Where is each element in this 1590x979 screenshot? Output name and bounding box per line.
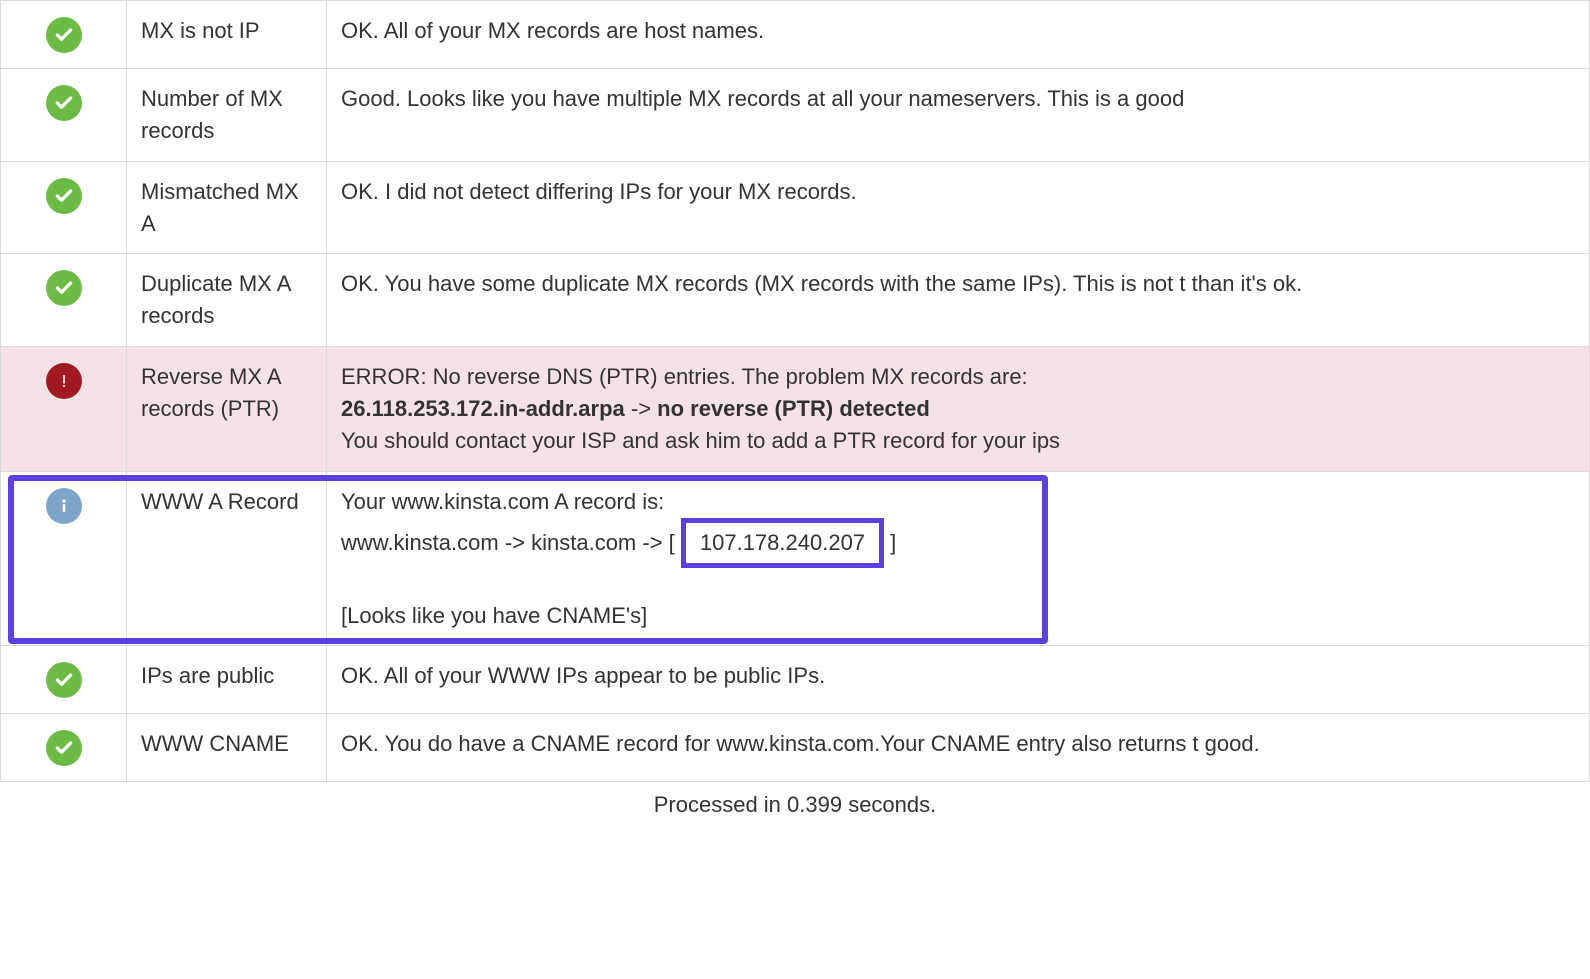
check-label: Number of MX records bbox=[127, 68, 327, 161]
check-icon bbox=[46, 178, 82, 214]
table-row: Number of MX records Good. Looks like yo… bbox=[1, 68, 1590, 161]
info-icon bbox=[46, 488, 82, 524]
check-description: OK. You have some duplicate MX records (… bbox=[327, 254, 1590, 347]
check-label: MX is not IP bbox=[127, 1, 327, 69]
check-label: WWW CNAME bbox=[127, 714, 327, 782]
status-cell bbox=[1, 161, 127, 254]
check-description: Good. Looks like you have multiple MX re… bbox=[327, 68, 1590, 161]
processing-time: Processed in 0.399 seconds. bbox=[0, 782, 1590, 818]
check-description: OK. All of your WWW IPs appear to be pub… bbox=[327, 646, 1590, 714]
status-cell bbox=[1, 714, 127, 782]
status-cell bbox=[1, 1, 127, 69]
check-label: Duplicate MX A records bbox=[127, 254, 327, 347]
check-label: Reverse MX A records (PTR) bbox=[127, 347, 327, 472]
check-description: OK. You do have a CNAME record for www.k… bbox=[327, 714, 1590, 782]
ptr-arrow: -> bbox=[625, 396, 657, 421]
check-description: ERROR: No reverse DNS (PTR) entries. The… bbox=[327, 347, 1590, 472]
check-icon bbox=[46, 17, 82, 53]
www-ip-address: 107.178.240.207 bbox=[681, 518, 884, 568]
check-label: IPs are public bbox=[127, 646, 327, 714]
www-chain-suffix: ] bbox=[884, 530, 896, 555]
table-row: WWW CNAME OK. You do have a CNAME record… bbox=[1, 714, 1590, 782]
status-cell bbox=[1, 68, 127, 161]
error-icon bbox=[46, 363, 82, 399]
check-icon bbox=[46, 270, 82, 306]
ptr-error-line: ERROR: No reverse DNS (PTR) entries. The… bbox=[341, 364, 1028, 389]
check-icon bbox=[46, 730, 82, 766]
check-label: WWW A Record bbox=[127, 471, 327, 646]
status-cell bbox=[1, 254, 127, 347]
table-row: MX is not IP OK. All of your MX records … bbox=[1, 1, 1590, 69]
table-row: Mismatched MX A OK. I did not detect dif… bbox=[1, 161, 1590, 254]
ptr-addr: 26.118.253.172.in-addr.arpa bbox=[341, 396, 625, 421]
check-description: OK. I did not detect differing IPs for y… bbox=[327, 161, 1590, 254]
status-cell bbox=[1, 471, 127, 646]
www-a-record-line: Your www.kinsta.com A record is: bbox=[341, 489, 664, 514]
check-description: Your www.kinsta.com A record is: www.kin… bbox=[327, 471, 1590, 646]
table-row: IPs are public OK. All of your WWW IPs a… bbox=[1, 646, 1590, 714]
www-chain-prefix: www.kinsta.com -> kinsta.com -> [ bbox=[341, 530, 681, 555]
status-cell bbox=[1, 347, 127, 472]
status-cell bbox=[1, 646, 127, 714]
table-row: Reverse MX A records (PTR) ERROR: No rev… bbox=[1, 347, 1590, 472]
ptr-result: no reverse (PTR) detected bbox=[657, 396, 930, 421]
www-cname-note: [Looks like you have CNAME's] bbox=[341, 603, 647, 628]
check-label: Mismatched MX A bbox=[127, 161, 327, 254]
table-row: WWW A Record Your www.kinsta.com A recor… bbox=[1, 471, 1590, 646]
check-description: OK. All of your MX records are host name… bbox=[327, 1, 1590, 69]
check-icon bbox=[46, 85, 82, 121]
ptr-advice: You should contact your ISP and ask him … bbox=[341, 428, 1060, 453]
dns-report: MX is not IP OK. All of your MX records … bbox=[0, 0, 1590, 818]
dns-results-table: MX is not IP OK. All of your MX records … bbox=[0, 0, 1590, 782]
check-icon bbox=[46, 662, 82, 698]
table-row: Duplicate MX A records OK. You have some… bbox=[1, 254, 1590, 347]
